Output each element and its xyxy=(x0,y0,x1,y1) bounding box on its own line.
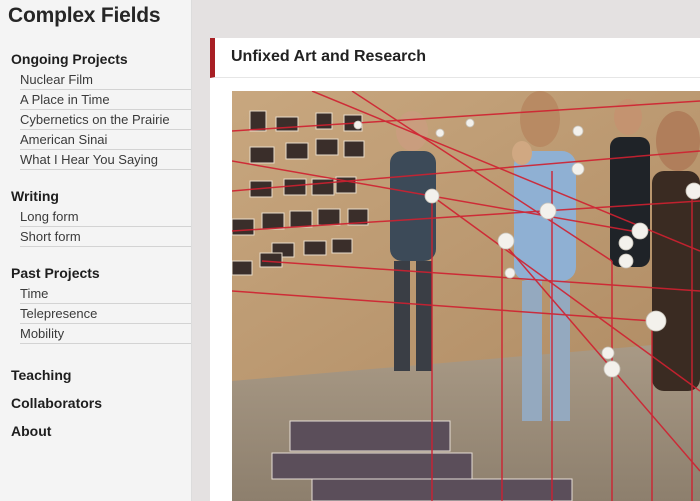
sidebar-nav: Ongoing Projects Nuclear Film A Place in… xyxy=(0,48,191,445)
nav-item-american-sinai[interactable]: American Sinai xyxy=(20,130,191,150)
writing-list: Long form Short form xyxy=(0,207,191,247)
nav-item-nuclear-film[interactable]: Nuclear Film xyxy=(20,70,191,90)
nav-about[interactable]: About xyxy=(0,417,191,445)
main-content: Unfixed Art and Research xyxy=(210,38,700,501)
nav-section-past: Past Projects Time Telepresence Mobility xyxy=(0,262,191,344)
nav-item-time[interactable]: Time xyxy=(20,284,191,304)
nav-item-mobility[interactable]: Mobility xyxy=(20,324,191,344)
nav-collaborators[interactable]: Collaborators xyxy=(0,389,191,417)
nav-section-ongoing: Ongoing Projects Nuclear Film A Place in… xyxy=(0,48,191,170)
nav-item-what-i-hear-you-saying[interactable]: What I Hear You Saying xyxy=(20,150,191,170)
ongoing-projects-list: Nuclear Film A Place in Time Cybernetics… xyxy=(0,70,191,170)
nav-item-telepresence[interactable]: Telepresence xyxy=(20,304,191,324)
site-title[interactable]: Complex Fields xyxy=(8,4,161,28)
nav-heading-past-projects[interactable]: Past Projects xyxy=(0,262,191,284)
nav-item-a-place-in-time[interactable]: A Place in Time xyxy=(20,90,191,110)
nav-item-long-form[interactable]: Long form xyxy=(20,207,191,227)
nav-item-short-form[interactable]: Short form xyxy=(20,227,191,247)
page-title: Unfixed Art and Research xyxy=(231,48,427,65)
sidebar: Complex Fields Ongoing Projects Nuclear … xyxy=(0,0,192,501)
past-projects-list: Time Telepresence Mobility xyxy=(0,284,191,344)
nav-heading-writing[interactable]: Writing xyxy=(0,185,191,207)
page-header: Unfixed Art and Research xyxy=(210,38,700,78)
installation-photo xyxy=(232,91,700,501)
nav-heading-ongoing-projects[interactable]: Ongoing Projects xyxy=(0,48,191,70)
nav-item-cybernetics-on-the-prairie[interactable]: Cybernetics on the Prairie xyxy=(20,110,191,130)
nav-section-writing: Writing Long form Short form xyxy=(0,185,191,247)
nav-teaching[interactable]: Teaching xyxy=(0,361,191,389)
